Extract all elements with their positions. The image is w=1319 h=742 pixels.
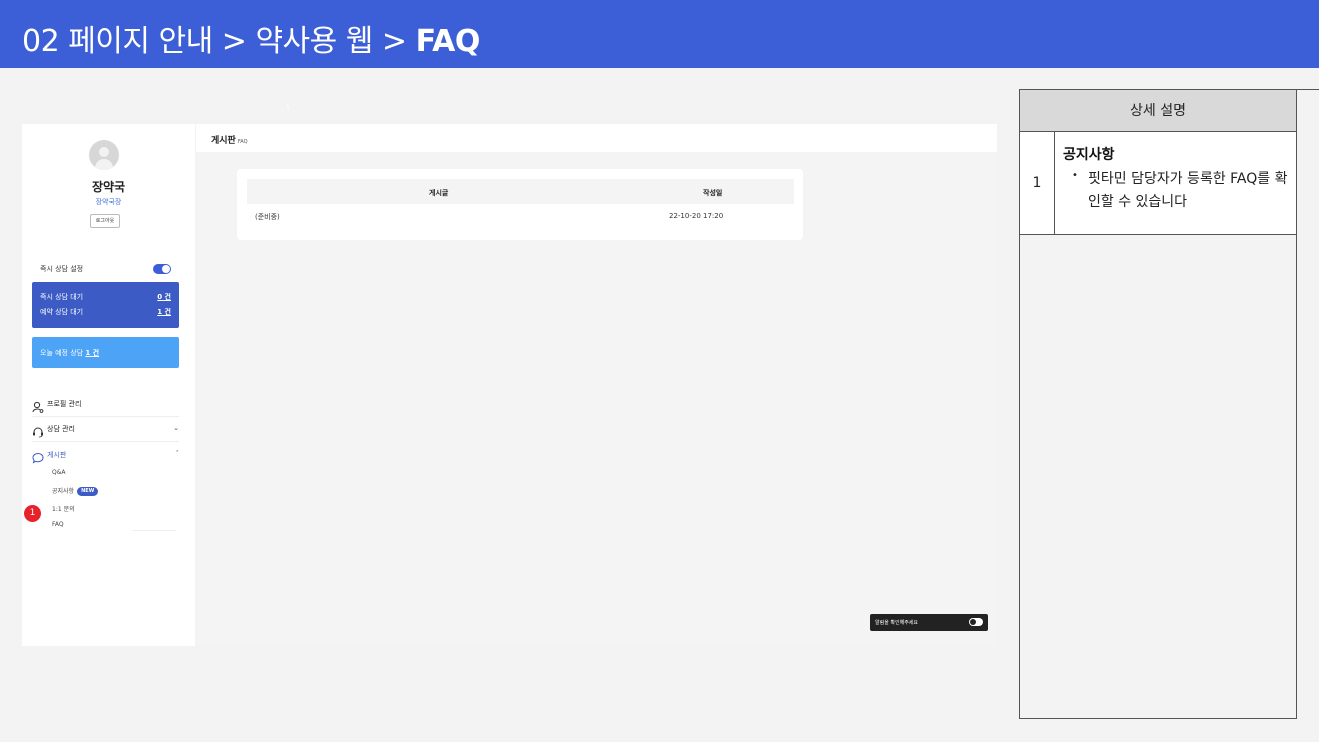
stray-mark: 1 (286, 104, 290, 111)
today-consult-label: 오늘 예정 상담 (40, 349, 84, 357)
wait-instant-row: 즉시 상담 대기 0 건 (40, 292, 171, 302)
menu-consult-label: 상담 관리 (47, 425, 75, 433)
submenu-notice[interactable]: 공지사항 NEW (52, 486, 99, 496)
waiting-summary: 즉시 상담 대기 0 건 예약 상담 대기 1 건 (32, 282, 179, 328)
menu-profile-label: 프로필 관리 (47, 400, 82, 408)
chevron-up-icon[interactable]: ˆ (176, 450, 180, 458)
sidebar: 장약국 장약국장 로그아웃 즉시 상담 설정 즉시 상담 대기 0 건 예약 상… (22, 124, 195, 646)
divider (132, 530, 176, 531)
menu-board[interactable]: 게시판 ˆ (32, 444, 179, 468)
column-header-post: 게시글 (429, 189, 449, 197)
instant-consult-toggle[interactable] (153, 264, 171, 274)
title-prefix: 02 페이지 안내 > 약사용 웹 > (22, 24, 416, 59)
menu-board-label: 게시판 (47, 451, 67, 459)
notification-bar: 알림을 확인해주세요 (870, 614, 988, 631)
menu-consult[interactable]: 상담 관리 ⌄ (32, 418, 179, 442)
submenu-inquiry[interactable]: 1:1 문의 (52, 504, 75, 513)
description-panel: 상세 설명 1 공지사항 • 핏타민 담당자가 등록한 FAQ를 확인할 수 있… (1019, 89, 1297, 719)
submenu-qna[interactable]: Q&A (52, 469, 66, 476)
wait-reserve-value[interactable]: 1 건 (157, 307, 171, 317)
wait-instant-label: 즉시 상담 대기 (40, 293, 84, 301)
description-number: 1 (1020, 132, 1055, 234)
bullet-icon: • (1072, 170, 1078, 181)
new-badge: NEW (77, 487, 99, 496)
description-title: 공지사항 (1063, 147, 1115, 163)
notification-toggle[interactable] (969, 618, 983, 626)
chat-bubble-icon (32, 449, 44, 464)
today-consult-value[interactable]: 1 건 (85, 349, 99, 357)
cell-date: 22-10-20 17:20 (669, 212, 724, 220)
instant-consult-setting: 즉시 상담 설정 (40, 263, 171, 275)
submenu-faq[interactable]: FAQ (52, 521, 64, 528)
headset-icon (32, 423, 44, 438)
cell-post: (준비중) (255, 213, 280, 221)
description-header: 상세 설명 (1020, 90, 1296, 132)
notification-text: 알림을 확인해주세요 (875, 620, 918, 626)
page-subtitle: FAQ (237, 139, 248, 145)
wait-instant-value[interactable]: 0 건 (157, 292, 171, 302)
table-header: 게시글 작성일 (247, 179, 794, 204)
logout-button[interactable]: 로그아웃 (90, 214, 120, 228)
wait-reserve-label: 예약 상담 대기 (40, 308, 84, 316)
today-consult-box: 오늘 예정 상담 1 건 (32, 337, 179, 368)
slide-header: 02 페이지 안내 > 약사용 웹 > FAQ (0, 0, 1319, 68)
slide-title: 02 페이지 안내 > 약사용 웹 > FAQ (22, 16, 480, 60)
faq-table-card: 게시글 작성일 (준비중) 22-10-20 17:20 (237, 169, 803, 240)
avatar[interactable] (89, 140, 119, 170)
submenu-notice-label: 공지사항 (52, 488, 75, 495)
user-name: 장약국 (91, 180, 126, 194)
table-row[interactable]: (준비중) 22-10-20 17:20 (247, 204, 794, 229)
instant-consult-label: 즉시 상담 설정 (40, 265, 84, 273)
chevron-down-icon[interactable]: ⌄ (173, 424, 179, 432)
description-row: 1 공지사항 • 핏타민 담당자가 등록한 FAQ를 확인할 수 있습니다 (1020, 132, 1296, 235)
menu-profile[interactable]: 프로필 관리 (32, 393, 179, 417)
wait-reserve-row: 예약 상담 대기 1 건 (40, 307, 171, 317)
divider (1296, 89, 1319, 90)
page-title-text: 게시판 (211, 136, 236, 146)
title-bold: FAQ (415, 24, 481, 59)
annotation-marker: 1 (24, 505, 41, 522)
page-title: 게시판 FAQ (211, 133, 248, 146)
user-cog-icon (32, 398, 44, 413)
user-role: 장약국장 (95, 198, 122, 206)
column-header-date: 작성일 (703, 189, 723, 197)
description-text: 핏타민 담당자가 등록한 FAQ를 확인할 수 있습니다 (1088, 171, 1288, 210)
main-title-bar: 게시판 FAQ (196, 124, 997, 152)
